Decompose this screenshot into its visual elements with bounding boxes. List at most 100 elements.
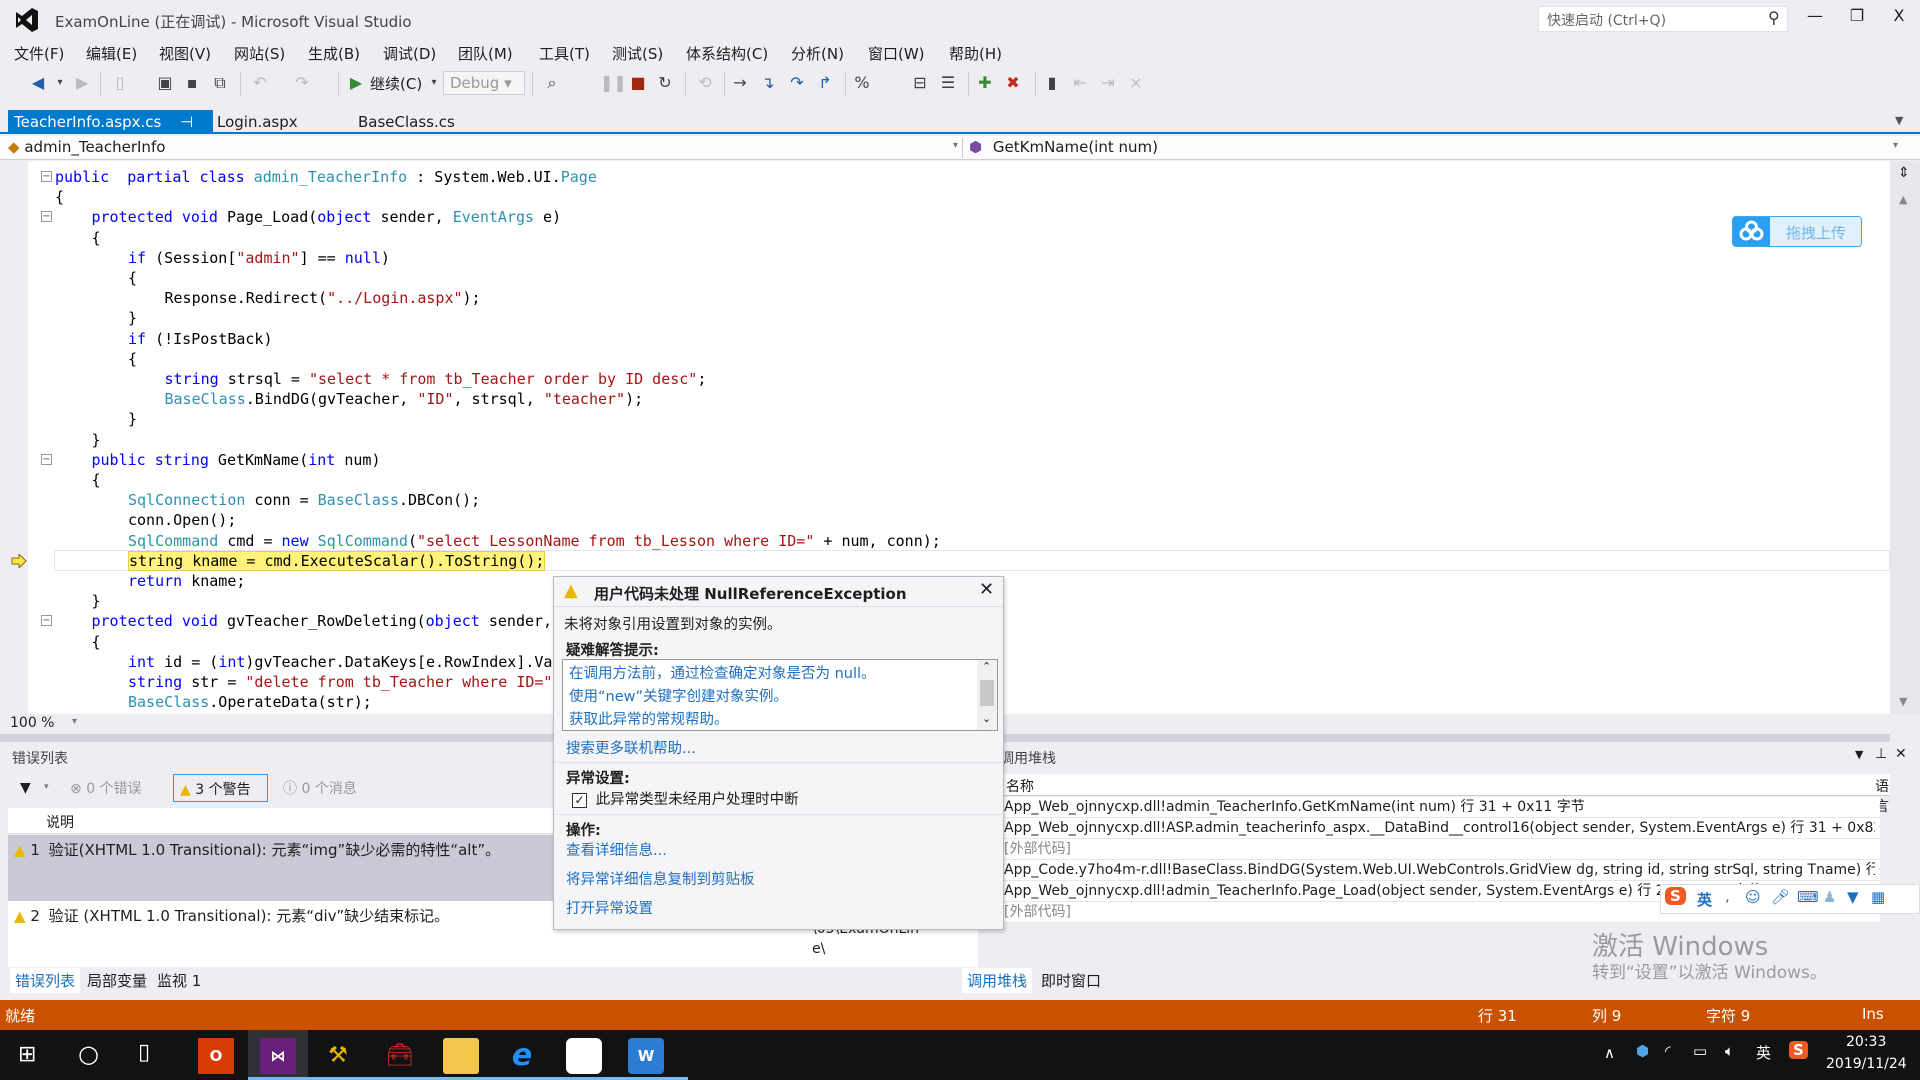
fold-toggle-icon[interactable]: −: [41, 453, 52, 465]
step-out-icon[interactable]: ↱: [815, 73, 835, 93]
continue-dropdown-icon[interactable]: ▾: [424, 73, 444, 93]
restart-icon[interactable]: ↻: [655, 73, 675, 93]
apply-code-changes-icon[interactable]: ⟲: [695, 73, 715, 93]
undo-icon[interactable]: ↶: [250, 73, 270, 93]
menu-view[interactable]: 视图(V): [159, 43, 211, 64]
wifi-icon[interactable]: ◜: [1665, 1042, 1671, 1060]
menu-team[interactable]: 团队(M): [458, 43, 513, 64]
sql-tools-icon[interactable]: ⚒: [320, 1038, 356, 1074]
step-into-icon[interactable]: ↴: [758, 73, 778, 93]
clock-time[interactable]: 20:33: [1846, 1034, 1886, 1050]
chevron-down-icon[interactable]: ▾: [44, 782, 49, 792]
tab-call-stack[interactable]: 调用堆栈: [962, 968, 1033, 993]
class-dropdown[interactable]: ◆ admin_TeacherInfo ▾: [8, 138, 958, 158]
stop-debugging-icon[interactable]: ■: [628, 73, 648, 93]
pin-icon[interactable]: ⊣: [180, 113, 193, 131]
zoom-level-select[interactable]: 100 %: [10, 715, 54, 731]
sogou-tray-icon[interactable]: S: [1789, 1041, 1808, 1059]
scroll-down-icon[interactable]: ⌄: [982, 712, 991, 725]
drag-upload-button[interactable]: 拖拽上传: [1732, 216, 1862, 247]
continue-icon[interactable]: ▶: [346, 73, 366, 93]
menu-test[interactable]: 测试(S): [612, 43, 663, 64]
step-into-specific-icon[interactable]: ⊟: [910, 73, 930, 93]
open-exception-settings-link[interactable]: 打开异常设置: [566, 897, 653, 918]
quick-launch-input[interactable]: 快速启动 (Ctrl+Q): [1538, 6, 1788, 32]
next-bookmark-icon[interactable]: ⇥: [1098, 73, 1118, 93]
close-button[interactable]: X: [1884, 6, 1914, 30]
call-stack-row[interactable]: App_Code.y7ho4m-r.dll!BaseClass.BindDG(S…: [1000, 860, 1880, 881]
break-all-icon[interactable]: ❚❚: [600, 73, 627, 93]
menu-debug[interactable]: 调试(D): [383, 43, 436, 64]
tab-teacherinfo-cs[interactable]: TeacherInfo.aspx.cs ⊣ ✕: [8, 110, 213, 149]
member-dropdown[interactable]: ⬢ GetKmName(int num) ▾: [962, 138, 1902, 158]
view-details-link[interactable]: 查看详细信息...: [566, 839, 667, 860]
indicator-margin[interactable]: [0, 161, 28, 714]
visual-studio-icon[interactable]: ⋈: [260, 1038, 296, 1074]
menu-file[interactable]: 文件(F): [14, 43, 64, 64]
tab-error-list[interactable]: 错误列表: [10, 968, 81, 993]
pin-icon[interactable]: ⊥: [1875, 746, 1887, 762]
break-on-exception-checkbox[interactable]: ✓ 此异常类型未经用户处理时中断: [572, 788, 799, 809]
split-handle-icon[interactable]: ⇕: [1898, 165, 1910, 181]
menu-website[interactable]: 网站(S): [234, 43, 285, 64]
save-icon[interactable]: ▪: [182, 73, 202, 93]
chevron-down-icon[interactable]: ▾: [72, 716, 77, 727]
battery-icon[interactable]: ▭: [1693, 1042, 1707, 1060]
column-description[interactable]: 说明: [46, 812, 74, 832]
filter-icon[interactable]: ▼: [20, 780, 31, 796]
tab-locals[interactable]: 局部变量: [82, 968, 152, 993]
add-comment-icon[interactable]: ✚: [975, 73, 995, 93]
warnings-filter-button[interactable]: ▲ 3 个警告: [173, 774, 268, 802]
task-view-icon[interactable]: ▯: [138, 1040, 150, 1065]
skin-icon[interactable]: ▼: [1847, 888, 1859, 906]
tip-link[interactable]: 获取此异常的常规帮助。: [569, 708, 729, 729]
internet-explorer-icon[interactable]: e: [504, 1038, 540, 1074]
panel-menu-icon[interactable]: ▼: [1855, 748, 1863, 761]
checkbox-checked-icon[interactable]: ✓: [572, 793, 587, 808]
toolbox-icon[interactable]: ▦: [1871, 888, 1885, 906]
call-stack-row[interactable]: [外部代码]: [1000, 839, 1880, 860]
find-in-files-icon[interactable]: ⌕: [542, 73, 562, 93]
scroll-thumb[interactable]: [980, 680, 994, 706]
tab-baseclass-cs[interactable]: BaseClass.cs: [352, 110, 461, 134]
save-all-icon[interactable]: ⧉: [210, 73, 230, 93]
windows-start-icon[interactable]: ⊞: [18, 1042, 36, 1067]
volume-icon[interactable]: 🔈︎: [1725, 1042, 1734, 1060]
tips-scrollbar[interactable]: ⌃ ⌄: [977, 660, 997, 730]
sogou-icon[interactable]: S: [1665, 887, 1686, 905]
errors-filter-button[interactable]: ⊗ 0 个错误: [70, 778, 142, 798]
open-file-icon[interactable]: ▣: [155, 73, 175, 93]
minimize-button[interactable]: —: [1800, 6, 1830, 30]
solution-config-select[interactable]: Debug ▾: [443, 71, 525, 95]
menu-window[interactable]: 窗口(W): [868, 43, 925, 64]
scroll-up-icon[interactable]: ⌃: [982, 660, 991, 673]
office-icon[interactable]: O: [198, 1038, 234, 1074]
call-stack-row[interactable]: App_Web_ojnnycxp.dll!admin_TeacherInfo.G…: [1000, 797, 1880, 818]
clock-date[interactable]: 2019/11/24: [1826, 1056, 1907, 1072]
punctuation-icon[interactable]: ,: [1725, 887, 1730, 905]
redo-icon[interactable]: ↷: [292, 73, 312, 93]
tray-expand-icon[interactable]: ∧: [1604, 1044, 1615, 1062]
menu-architecture[interactable]: 体系结构(C): [686, 43, 768, 64]
clear-bookmarks-icon[interactable]: ⨯: [1126, 73, 1146, 93]
menu-analyze[interactable]: 分析(N): [791, 43, 844, 64]
menu-build[interactable]: 生成(B): [308, 43, 360, 64]
prev-bookmark-icon[interactable]: ⇤: [1070, 73, 1090, 93]
close-icon[interactable]: ✕: [1895, 746, 1907, 762]
step-over-icon[interactable]: ↷: [787, 73, 807, 93]
menu-edit[interactable]: 编辑(E): [86, 43, 137, 64]
tab-overflow-icon[interactable]: ▼: [1895, 114, 1903, 127]
column-name[interactable]: 名称: [1006, 776, 1034, 796]
call-stack-row[interactable]: App_Web_ojnnycxp.dll!ASP.admin_teacherin…: [1000, 818, 1880, 839]
menu-tools[interactable]: 工具(T): [539, 43, 590, 64]
search-online-help-link[interactable]: 搜索更多联机帮助...: [566, 737, 696, 758]
fold-toggle-icon[interactable]: −: [41, 211, 52, 223]
file-explorer-icon[interactable]: [443, 1038, 479, 1074]
new-project-icon[interactable]: ▯: [110, 73, 130, 93]
fold-toggle-icon[interactable]: −: [41, 171, 52, 182]
tab-watch-1[interactable]: 监视 1: [152, 968, 206, 993]
fold-toggle-icon[interactable]: −: [41, 615, 52, 627]
user-icon[interactable]: ♟: [1823, 888, 1836, 906]
copy-details-link[interactable]: 将异常详细信息复制到剪贴板: [566, 868, 755, 889]
wps-writer-icon[interactable]: W: [628, 1038, 664, 1074]
